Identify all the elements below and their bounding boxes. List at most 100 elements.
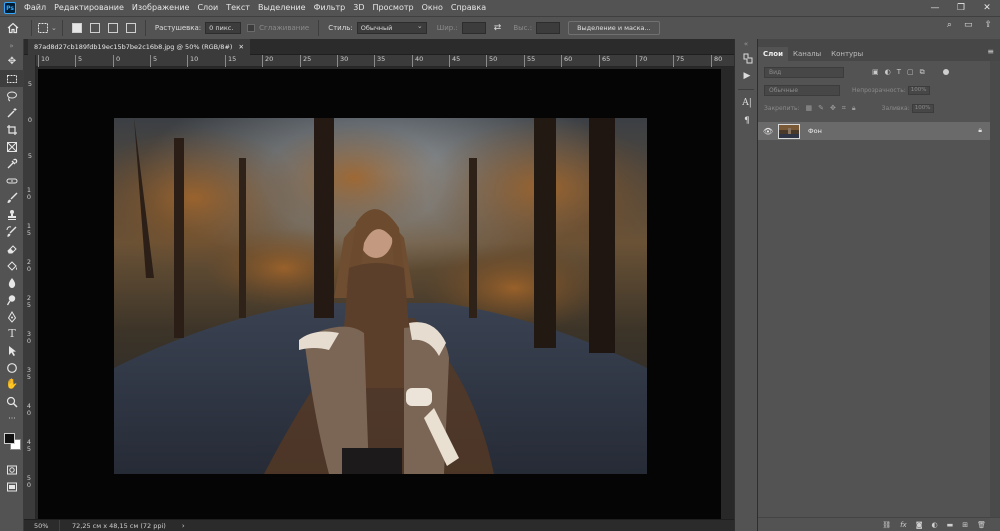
lock-all-icon[interactable]: 🔒︎ xyxy=(852,104,856,113)
workspace-icon[interactable]: ▭ xyxy=(964,20,973,30)
antialias-checkbox[interactable] xyxy=(247,24,256,32)
menu-layer[interactable]: Слои xyxy=(193,0,222,16)
menu-3d[interactable]: 3D xyxy=(349,0,368,16)
menu-type[interactable]: Текст xyxy=(222,0,254,16)
smart-object-filter-icon[interactable]: ⧉ xyxy=(920,68,925,77)
menu-image[interactable]: Изображение xyxy=(128,0,194,16)
pixel-filter-icon[interactable]: ▣ xyxy=(872,68,879,77)
select-and-mask-button[interactable]: Выделение и маска... xyxy=(568,21,660,35)
panel-menu-icon[interactable]: ≡ xyxy=(987,47,994,56)
add-mask-icon[interactable]: ◙ xyxy=(916,521,923,529)
menu-file[interactable]: Файл xyxy=(20,0,50,16)
character-panel-icon[interactable]: A| xyxy=(735,94,759,112)
style-select[interactable]: Обычный xyxy=(356,21,427,34)
lock-position-icon[interactable]: ✥ xyxy=(830,104,836,113)
width-input[interactable] xyxy=(461,22,486,34)
menu-view[interactable]: Просмотр xyxy=(369,0,418,16)
type-filter-icon[interactable]: T xyxy=(897,68,901,77)
foreground-color-swatch[interactable] xyxy=(4,433,15,444)
layer-style-icon[interactable]: fx xyxy=(900,521,907,529)
close-tab-icon[interactable]: ✕ xyxy=(238,39,243,55)
lasso-tool-icon[interactable] xyxy=(0,87,24,104)
lock-artboard-icon[interactable]: ⌗ xyxy=(842,104,846,113)
fill-input[interactable]: 100% xyxy=(911,103,934,113)
home-icon[interactable] xyxy=(0,17,26,39)
ellipse-tool-icon[interactable] xyxy=(0,359,24,376)
layer-lock-icon[interactable]: 🔒︎ xyxy=(978,126,982,135)
rectangular-marquee-tool-icon[interactable] xyxy=(0,70,24,87)
search-icon[interactable]: ⌕ xyxy=(947,20,952,30)
blend-mode-select[interactable]: Обычные xyxy=(764,84,840,96)
lock-pixels-icon[interactable]: ✎ xyxy=(818,104,824,113)
frame-tool-icon[interactable] xyxy=(0,138,24,155)
intersect-selection-icon[interactable] xyxy=(125,23,136,33)
minimize-button[interactable]: — xyxy=(922,0,948,16)
layer-name[interactable]: Фон xyxy=(808,127,822,135)
toolbar-grip-icon[interactable]: » xyxy=(0,39,23,53)
pen-tool-icon[interactable] xyxy=(0,308,24,325)
close-button[interactable]: ✕ xyxy=(974,0,1000,16)
filter-toggle-icon[interactable] xyxy=(942,69,949,75)
history-brush-tool-icon[interactable] xyxy=(0,223,24,240)
menu-window[interactable]: Окно xyxy=(418,0,447,16)
new-layer-icon[interactable]: ⊞ xyxy=(962,521,968,529)
eyedropper-tool-icon[interactable] xyxy=(0,155,24,172)
feather-input[interactable]: 0 пикс. xyxy=(205,22,242,34)
path-selection-tool-icon[interactable] xyxy=(0,342,24,359)
layer-row[interactable]: 👁︎ Фон 🔒︎ xyxy=(758,122,990,140)
adjustment-filter-icon[interactable]: ◐ xyxy=(885,68,891,77)
visibility-eye-icon[interactable]: 👁︎ xyxy=(758,127,778,136)
add-to-selection-icon[interactable] xyxy=(89,23,100,33)
crop-tool-icon[interactable] xyxy=(0,121,24,138)
spot-healing-brush-icon[interactable] xyxy=(0,172,24,189)
canvas-viewport[interactable] xyxy=(36,67,734,521)
photoshop-logo-icon[interactable]: Ps xyxy=(4,2,16,14)
tab-channels[interactable]: Каналы xyxy=(788,47,826,61)
tab-paths[interactable]: Контуры xyxy=(826,47,868,61)
status-menu-arrow-icon[interactable]: › xyxy=(182,522,185,530)
magic-wand-tool-icon[interactable] xyxy=(0,104,24,121)
move-tool-icon[interactable]: ✥ xyxy=(0,53,24,70)
subtract-selection-icon[interactable] xyxy=(107,23,118,33)
menu-help[interactable]: Справка xyxy=(447,0,490,16)
menu-filter[interactable]: Фильтр xyxy=(310,0,350,16)
zoom-tool-icon[interactable] xyxy=(0,393,24,410)
quick-mask-icon[interactable] xyxy=(0,461,24,478)
panel-scrollbar[interactable] xyxy=(990,61,1000,517)
paragraph-panel-icon[interactable]: ¶ xyxy=(735,112,759,130)
menu-edit[interactable]: Редактирование xyxy=(50,0,128,16)
marquee-preset-icon[interactable]: ⌄ xyxy=(37,22,57,34)
lock-transparency-icon[interactable]: ▦ xyxy=(806,104,813,113)
strip-grip-icon[interactable]: « xyxy=(735,39,757,49)
blur-tool-icon[interactable] xyxy=(0,274,24,291)
more-tools-icon[interactable]: ··· xyxy=(0,410,24,427)
screen-mode-icon[interactable] xyxy=(0,478,24,495)
zoom-level[interactable]: 50% xyxy=(24,519,60,531)
height-input[interactable] xyxy=(536,22,561,34)
vertical-ruler[interactable]: 5 0 5 1 0 1 5 2 0 2 5 3 0 3 5 4 0 4 5 5 … xyxy=(24,55,36,519)
opacity-input[interactable]: 100% xyxy=(907,85,930,95)
delete-layer-icon[interactable]: 🗑︎ xyxy=(977,521,986,529)
new-selection-icon[interactable] xyxy=(71,23,82,33)
shape-filter-icon[interactable]: ▢ xyxy=(907,68,914,77)
horizontal-ruler[interactable]: 10 5 0 5 10 15 20 25 30 35 40 45 50 55 6… xyxy=(36,55,734,67)
layer-filter-select[interactable]: Вид xyxy=(764,66,844,78)
hand-tool-icon[interactable]: ✋ xyxy=(0,376,24,393)
swap-dimensions-icon[interactable]: ⇄ xyxy=(494,23,502,33)
clone-stamp-tool-icon[interactable] xyxy=(0,206,24,223)
new-group-icon[interactable]: ▬ xyxy=(947,521,954,529)
dodge-tool-icon[interactable] xyxy=(0,291,24,308)
adjustment-layer-icon[interactable]: ◐ xyxy=(932,521,938,529)
menu-select[interactable]: Выделение xyxy=(254,0,310,16)
actions-play-icon[interactable]: ▶ xyxy=(735,67,759,85)
paint-bucket-tool-icon[interactable] xyxy=(0,257,24,274)
brush-tool-icon[interactable] xyxy=(0,189,24,206)
history-panel-icon[interactable] xyxy=(735,49,759,67)
eraser-tool-icon[interactable] xyxy=(0,240,24,257)
restore-button[interactable]: ❐ xyxy=(948,0,974,16)
share-icon[interactable]: ⇪ xyxy=(984,20,992,30)
document-canvas[interactable] xyxy=(38,69,721,521)
type-tool-icon[interactable]: T xyxy=(0,325,24,342)
link-layers-icon[interactable]: ⛓ xyxy=(882,521,891,529)
tab-layers[interactable]: Слои xyxy=(758,47,788,61)
